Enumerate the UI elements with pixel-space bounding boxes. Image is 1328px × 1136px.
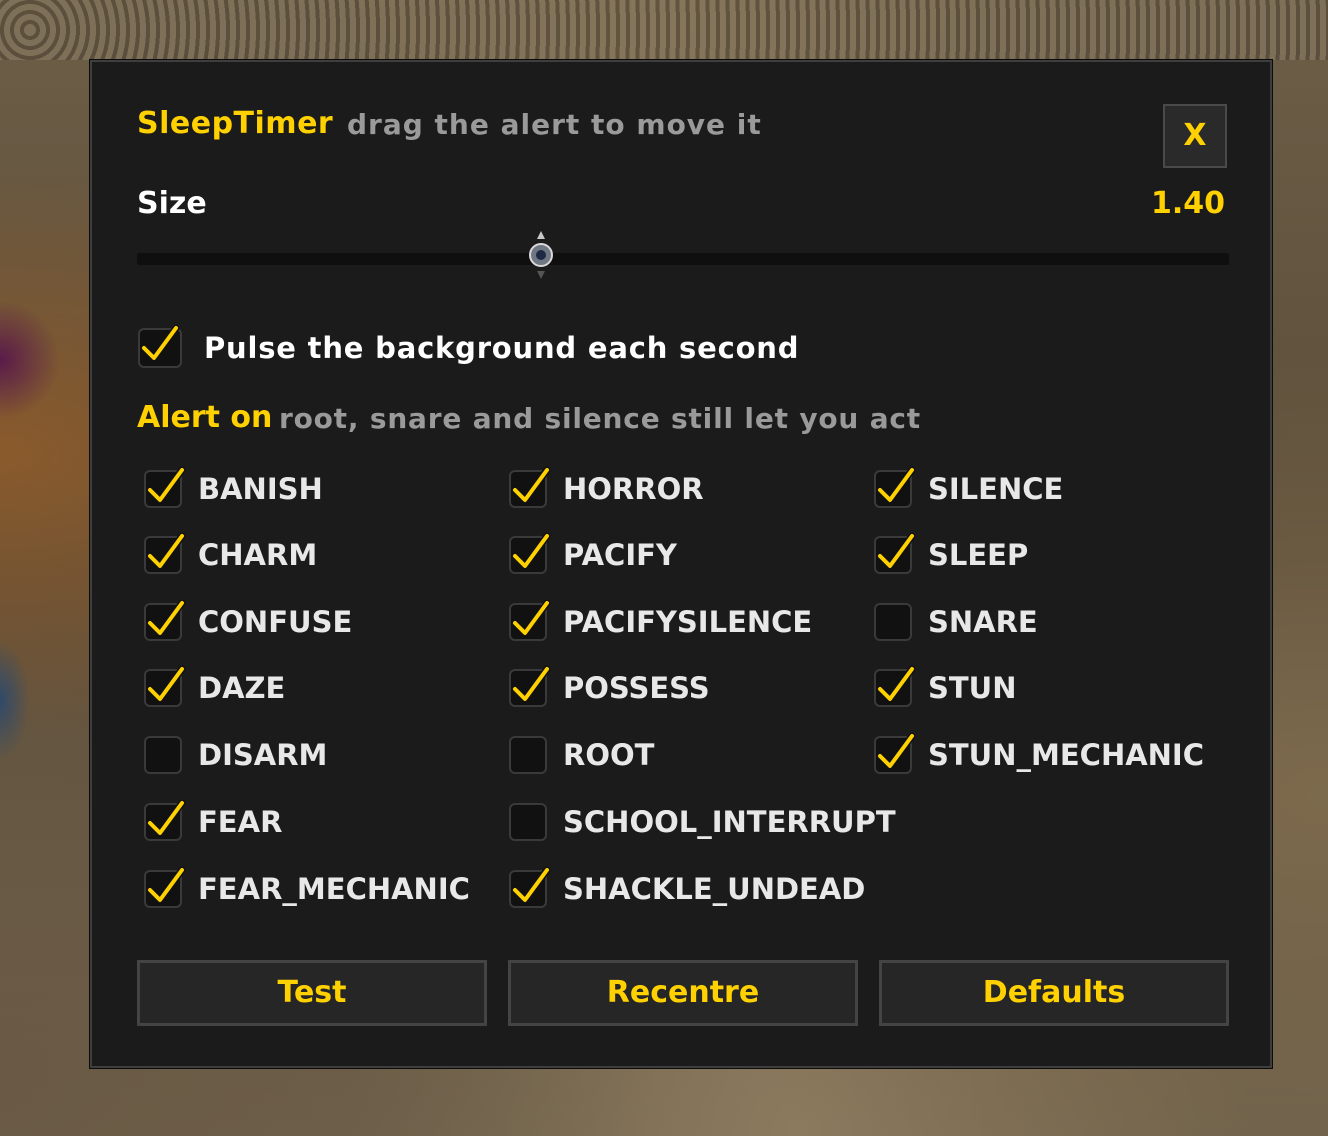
test-button[interactable]: Test — [137, 960, 487, 1026]
pulse-option[interactable]: Pulse the background each second — [138, 324, 799, 372]
option-charm[interactable]: CHARM — [144, 531, 317, 579]
option-label: ROOT — [563, 738, 655, 772]
option-root[interactable]: ROOT — [509, 731, 654, 779]
defaults-button[interactable]: Defaults — [879, 960, 1229, 1026]
checkbox-possess[interactable] — [509, 665, 551, 707]
option-fear[interactable]: FEAR — [144, 798, 282, 846]
checkmark-icon — [876, 532, 916, 570]
checkmark-icon — [140, 324, 180, 362]
checkbox-daze[interactable] — [144, 665, 186, 707]
checkbox-confuse[interactable] — [144, 599, 186, 641]
option-label: STUN_MECHANIC — [928, 738, 1204, 772]
option-label: PACIFY — [563, 538, 677, 572]
option-label: FEAR — [198, 805, 283, 839]
recentre-button[interactable]: Recentre — [508, 960, 858, 1026]
option-label: CHARM — [198, 538, 318, 572]
option-shackle-undead[interactable]: SHACKLE_UNDEAD — [509, 865, 865, 913]
alert-section-title: Alert on — [137, 400, 273, 435]
option-label: CONFUSE — [198, 605, 353, 639]
option-stun-mechanic[interactable]: STUN_MECHANIC — [874, 731, 1204, 779]
slider-thumb-icon[interactable] — [528, 229, 554, 281]
size-slider[interactable] — [137, 231, 1229, 279]
option-label: SCHOOL_INTERRUPT — [563, 805, 896, 839]
checkbox-fear-mechanic[interactable] — [144, 866, 186, 908]
option-fear-mechanic[interactable]: FEAR_MECHANIC — [144, 865, 470, 913]
checkmark-icon — [146, 665, 186, 703]
panel-hint: drag the alert to move it — [347, 108, 762, 141]
option-disarm[interactable]: DISARM — [144, 731, 327, 779]
option-label: FEAR_MECHANIC — [198, 872, 470, 906]
option-label: HORROR — [563, 472, 704, 506]
option-daze[interactable]: DAZE — [144, 664, 285, 712]
checkmark-icon — [146, 599, 186, 637]
checkmark-icon — [876, 732, 916, 770]
checkmark-icon — [876, 466, 916, 504]
panel-title: SleepTimer — [137, 106, 334, 141]
checkmark-icon — [146, 532, 186, 570]
option-label: STUN — [928, 671, 1017, 705]
option-snare[interactable]: SNARE — [874, 598, 1038, 646]
option-horror[interactable]: HORROR — [509, 465, 704, 513]
checkbox-banish[interactable] — [144, 466, 186, 508]
background-scenery — [0, 0, 1328, 60]
checkbox-pacifysilence[interactable] — [509, 599, 551, 641]
option-label: PACIFYSILENCE — [563, 605, 813, 639]
checkbox-pacify[interactable] — [509, 532, 551, 574]
checkbox-root[interactable] — [509, 736, 547, 774]
checkmark-icon — [146, 866, 186, 904]
alert-section-hint: root, snare and silence still let you ac… — [279, 402, 921, 435]
checkbox-stun-mechanic[interactable] — [874, 732, 916, 774]
background-creature — [0, 300, 60, 420]
checkbox-disarm[interactable] — [144, 736, 182, 774]
checkbox-fear[interactable] — [144, 799, 186, 841]
pulse-checkbox[interactable] — [138, 324, 182, 368]
size-value: 1.40 — [1150, 186, 1225, 221]
checkbox-stun[interactable] — [874, 665, 916, 707]
option-silence[interactable]: SILENCE — [874, 465, 1063, 513]
option-banish[interactable]: BANISH — [144, 465, 323, 513]
checkmark-icon — [511, 665, 551, 703]
checkbox-snare[interactable] — [874, 603, 912, 641]
checkmark-icon — [511, 866, 551, 904]
checkmark-icon — [511, 466, 551, 504]
option-label: POSSESS — [563, 671, 710, 705]
pulse-label: Pulse the background each second — [204, 331, 800, 365]
option-label: SLEEP — [928, 538, 1029, 572]
option-label: DAZE — [198, 671, 286, 705]
option-label: BANISH — [198, 472, 323, 506]
option-label: SHACKLE_UNDEAD — [563, 872, 866, 906]
size-label: Size — [137, 186, 207, 221]
close-button[interactable]: X — [1163, 104, 1227, 168]
option-label: DISARM — [198, 738, 328, 772]
checkbox-shackle-undead[interactable] — [509, 866, 551, 908]
checkbox-school-interrupt[interactable] — [509, 803, 547, 841]
option-pacify[interactable]: PACIFY — [509, 531, 677, 579]
checkmark-icon — [146, 466, 186, 504]
checkmark-icon — [146, 799, 186, 837]
option-school-interrupt[interactable]: SCHOOL_INTERRUPT — [509, 798, 896, 846]
checkbox-sleep[interactable] — [874, 532, 916, 574]
sleeptimer-options-panel[interactable]: SleepTimer drag the alert to move it X S… — [90, 60, 1272, 1068]
option-sleep[interactable]: SLEEP — [874, 531, 1028, 579]
checkmark-icon — [511, 599, 551, 637]
checkmark-icon — [511, 532, 551, 570]
option-possess[interactable]: POSSESS — [509, 664, 710, 712]
checkbox-charm[interactable] — [144, 532, 186, 574]
option-label: SILENCE — [928, 472, 1064, 506]
option-label: SNARE — [928, 605, 1038, 639]
checkmark-icon — [876, 665, 916, 703]
checkbox-silence[interactable] — [874, 466, 916, 508]
checkbox-horror[interactable] — [509, 466, 551, 508]
option-stun[interactable]: STUN — [874, 664, 1017, 712]
option-pacifysilence[interactable]: PACIFYSILENCE — [509, 598, 812, 646]
option-confuse[interactable]: CONFUSE — [144, 598, 352, 646]
background-object — [0, 640, 30, 760]
